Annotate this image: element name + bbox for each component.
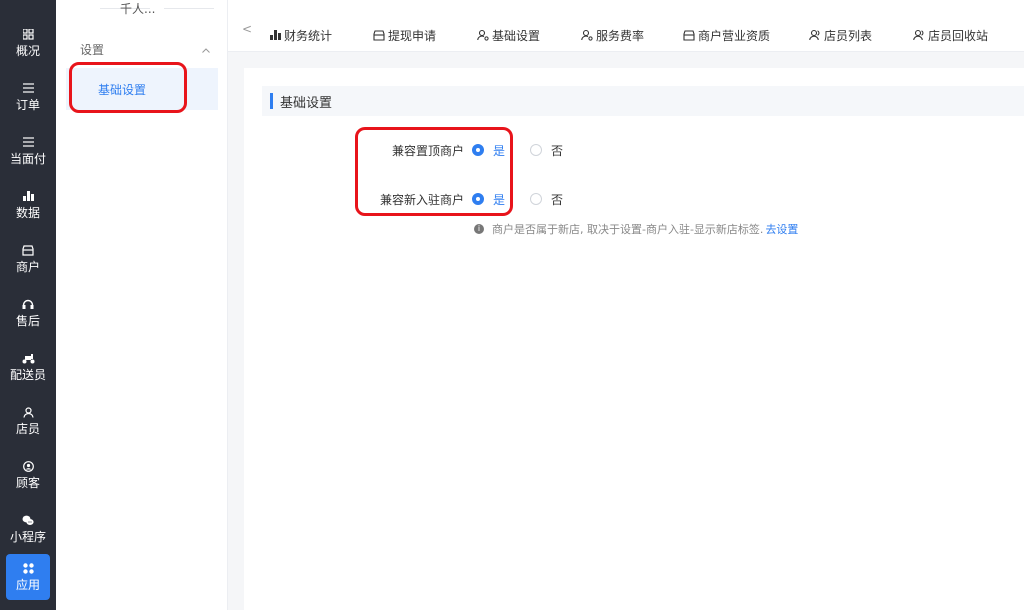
radio-pinned-no[interactable]: 否 — [530, 142, 563, 159]
user-icon — [22, 405, 34, 419]
tab-label: 基础设置 — [492, 28, 541, 43]
tab-finance-stats[interactable]: 财务统计 — [268, 26, 332, 44]
hint-text: 商户是否属于新店, 取决于设置-商户入驻-显示新店标签. — [492, 223, 764, 236]
tab-label: 店员列表 — [824, 28, 873, 43]
info-icon: i — [474, 224, 484, 234]
settings-card: 基础设置 兼容置顶商户 是 否 兼容新入驻商户 是 否 i 商户是否属于新店, … — [244, 68, 1024, 610]
radio-new-no[interactable]: 否 — [530, 191, 563, 208]
top-tab-bar: < 财务统计 提现申请 基础设置 服务费率 商户营业资质 店员列表 店员回收站 — [228, 0, 1024, 52]
nav-couriers[interactable]: 配送员 — [0, 342, 56, 392]
wechat-icon — [22, 513, 34, 527]
nav-label: 店员 — [15, 422, 40, 436]
store-name: 千人... — [120, 2, 156, 16]
nav-customers[interactable]: 顾客 — [0, 450, 56, 500]
setting-row-pinned-merchant: 兼容置顶商户 是 否 — [244, 140, 1024, 160]
nav-after-sales[interactable]: 售后 — [0, 288, 56, 338]
scooter-icon — [22, 351, 35, 365]
section-title: 基础设置 — [280, 95, 333, 111]
tab-withdraw-requests[interactable]: 提现申请 — [372, 26, 436, 44]
radio-pinned-yes[interactable]: 是 — [472, 142, 505, 159]
store-icon — [22, 243, 34, 257]
radio-label: 是 — [493, 192, 506, 207]
nav-apps[interactable]: 应用 — [6, 554, 50, 600]
grid-icon — [22, 27, 34, 41]
sidebar-item-basic-settings[interactable]: 基础设置 — [66, 68, 218, 110]
radio-dot — [530, 193, 542, 205]
sidebar-group-settings[interactable]: 设置 — [80, 40, 210, 58]
nav-merchants[interactable]: 商户 — [0, 234, 56, 284]
tab-back-icon[interactable]: < — [242, 22, 252, 36]
nav-orders[interactable]: 订单 — [0, 72, 56, 122]
tab-label: 商户营业资质 — [698, 28, 771, 43]
bar-chart-icon — [268, 28, 282, 42]
tab-basic-settings[interactable]: 基础设置 — [476, 26, 540, 44]
nav-label: 顾客 — [15, 476, 40, 490]
radio-label: 否 — [551, 192, 564, 207]
tab-label: 财务统计 — [284, 28, 333, 43]
nav-data[interactable]: 数据 — [0, 180, 56, 230]
list-icon — [22, 135, 34, 149]
nav-staff[interactable]: 店员 — [0, 396, 56, 446]
sidebar-group-label: 设置 — [80, 42, 105, 57]
nav-label: 商户 — [15, 260, 40, 274]
nav-label: 当面付 — [9, 152, 46, 166]
nav-overview[interactable]: 概况 — [0, 18, 56, 68]
setting-label: 兼容置顶商户 — [391, 143, 464, 158]
nav-face-pay[interactable]: 当面付 — [0, 126, 56, 176]
user-settings-icon — [476, 28, 490, 42]
apps-icon — [22, 561, 34, 575]
setting-row-new-merchant: 兼容新入驻商户 是 否 — [244, 189, 1024, 209]
nav-label: 应用 — [15, 578, 40, 592]
tab-label: 店员回收站 — [928, 28, 989, 43]
user-settings-icon — [580, 28, 594, 42]
tab-service-fee[interactable]: 服务费率 — [580, 26, 644, 44]
nav-label: 数据 — [15, 206, 40, 220]
tab-staff-list[interactable]: 店员列表 — [808, 26, 872, 44]
radio-label: 是 — [493, 143, 506, 158]
section-header: 基础设置 — [262, 86, 1024, 116]
nav-mini-program[interactable]: 小程序 — [0, 504, 56, 554]
main-nav-rail: 概况 订单 当面付 数据 商户 售后 配送员 店员 顾客 小程序 应用 — [0, 0, 56, 610]
tab-merchant-license[interactable]: 商户营业资质 — [682, 26, 770, 44]
tab-label: 服务费率 — [596, 28, 645, 43]
nav-label: 售后 — [15, 314, 40, 328]
go-settings-link[interactable]: 去设置 — [765, 221, 798, 237]
sidebar-item-label: 基础设置 — [98, 82, 147, 97]
nav-label: 概况 — [15, 44, 40, 58]
store-icon — [682, 28, 696, 42]
tab-label: 提现申请 — [388, 28, 437, 43]
customer-icon — [22, 459, 34, 473]
users-icon — [912, 28, 926, 42]
setting-hint: i 商户是否属于新店, 取决于设置-商户入驻-显示新店标签. 去设置 — [474, 221, 798, 237]
radio-dot — [472, 144, 484, 156]
divider — [164, 8, 214, 9]
store-icon — [372, 28, 386, 42]
list-icon — [22, 81, 34, 95]
users-icon — [808, 28, 822, 42]
setting-label: 兼容新入驻商户 — [379, 192, 464, 207]
radio-dot — [472, 193, 484, 205]
tab-staff-recycle-bin[interactable]: 店员回收站 — [912, 26, 988, 44]
radio-label: 否 — [551, 143, 564, 158]
radio-new-yes[interactable]: 是 — [472, 191, 505, 208]
nav-label: 订单 — [15, 98, 40, 112]
chevron-up-icon — [202, 43, 210, 56]
radio-dot — [530, 144, 542, 156]
headset-icon — [22, 297, 34, 311]
section-accent-bar — [270, 93, 273, 109]
bar-chart-icon — [22, 189, 34, 203]
nav-label: 小程序 — [9, 530, 46, 544]
nav-label: 配送员 — [9, 368, 46, 382]
